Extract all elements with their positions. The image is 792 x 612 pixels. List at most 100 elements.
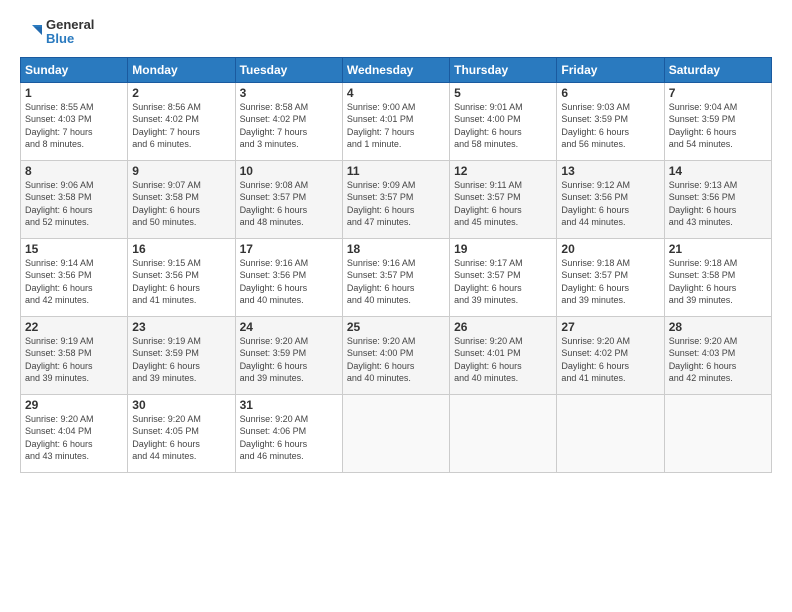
day-info: Sunrise: 9:20 AMSunset: 4:02 PMDaylight:… (561, 335, 659, 385)
weekday-header: Friday (557, 57, 664, 82)
day-number: 24 (240, 320, 338, 334)
calendar-day-cell: 22Sunrise: 9:19 AMSunset: 3:58 PMDayligh… (21, 316, 128, 394)
day-info: Sunrise: 9:01 AMSunset: 4:00 PMDaylight:… (454, 101, 552, 151)
calendar-day-cell: 15Sunrise: 9:14 AMSunset: 3:56 PMDayligh… (21, 238, 128, 316)
weekday-header: Monday (128, 57, 235, 82)
weekday-header: Wednesday (342, 57, 449, 82)
day-info: Sunrise: 9:16 AMSunset: 3:56 PMDaylight:… (240, 257, 338, 307)
calendar-day-cell: 16Sunrise: 9:15 AMSunset: 3:56 PMDayligh… (128, 238, 235, 316)
weekday-header: Sunday (21, 57, 128, 82)
calendar-table: SundayMondayTuesdayWednesdayThursdayFrid… (20, 57, 772, 473)
day-info: Sunrise: 9:19 AMSunset: 3:58 PMDaylight:… (25, 335, 123, 385)
day-info: Sunrise: 9:14 AMSunset: 3:56 PMDaylight:… (25, 257, 123, 307)
day-number: 8 (25, 164, 123, 178)
day-info: Sunrise: 9:09 AMSunset: 3:57 PMDaylight:… (347, 179, 445, 229)
calendar-day-cell: 7Sunrise: 9:04 AMSunset: 3:59 PMDaylight… (664, 82, 771, 160)
calendar-day-cell: 1Sunrise: 8:55 AMSunset: 4:03 PMDaylight… (21, 82, 128, 160)
day-info: Sunrise: 9:07 AMSunset: 3:58 PMDaylight:… (132, 179, 230, 229)
calendar-week-row: 8Sunrise: 9:06 AMSunset: 3:58 PMDaylight… (21, 160, 772, 238)
day-info: Sunrise: 9:20 AMSunset: 4:04 PMDaylight:… (25, 413, 123, 463)
day-info: Sunrise: 9:06 AMSunset: 3:58 PMDaylight:… (25, 179, 123, 229)
calendar-day-cell (557, 394, 664, 472)
day-number: 2 (132, 86, 230, 100)
calendar-day-cell: 23Sunrise: 9:19 AMSunset: 3:59 PMDayligh… (128, 316, 235, 394)
day-info: Sunrise: 9:16 AMSunset: 3:57 PMDaylight:… (347, 257, 445, 307)
day-info: Sunrise: 9:18 AMSunset: 3:58 PMDaylight:… (669, 257, 767, 307)
day-info: Sunrise: 8:55 AMSunset: 4:03 PMDaylight:… (25, 101, 123, 151)
day-info: Sunrise: 9:13 AMSunset: 3:56 PMDaylight:… (669, 179, 767, 229)
calendar-day-cell: 5Sunrise: 9:01 AMSunset: 4:00 PMDaylight… (450, 82, 557, 160)
calendar-day-cell: 24Sunrise: 9:20 AMSunset: 3:59 PMDayligh… (235, 316, 342, 394)
day-info: Sunrise: 9:00 AMSunset: 4:01 PMDaylight:… (347, 101, 445, 151)
calendar-day-cell: 27Sunrise: 9:20 AMSunset: 4:02 PMDayligh… (557, 316, 664, 394)
day-info: Sunrise: 9:18 AMSunset: 3:57 PMDaylight:… (561, 257, 659, 307)
calendar-day-cell: 14Sunrise: 9:13 AMSunset: 3:56 PMDayligh… (664, 160, 771, 238)
day-number: 19 (454, 242, 552, 256)
logo-bird-icon (20, 21, 42, 43)
day-number: 4 (347, 86, 445, 100)
calendar-day-cell (450, 394, 557, 472)
calendar-day-cell: 4Sunrise: 9:00 AMSunset: 4:01 PMDaylight… (342, 82, 449, 160)
day-number: 9 (132, 164, 230, 178)
calendar-header-row: SundayMondayTuesdayWednesdayThursdayFrid… (21, 57, 772, 82)
calendar-day-cell: 12Sunrise: 9:11 AMSunset: 3:57 PMDayligh… (450, 160, 557, 238)
calendar-day-cell: 20Sunrise: 9:18 AMSunset: 3:57 PMDayligh… (557, 238, 664, 316)
calendar-day-cell: 25Sunrise: 9:20 AMSunset: 4:00 PMDayligh… (342, 316, 449, 394)
day-info: Sunrise: 9:19 AMSunset: 3:59 PMDaylight:… (132, 335, 230, 385)
day-info: Sunrise: 9:20 AMSunset: 4:01 PMDaylight:… (454, 335, 552, 385)
day-info: Sunrise: 9:20 AMSunset: 4:06 PMDaylight:… (240, 413, 338, 463)
day-number: 31 (240, 398, 338, 412)
calendar-day-cell: 6Sunrise: 9:03 AMSunset: 3:59 PMDaylight… (557, 82, 664, 160)
day-info: Sunrise: 9:15 AMSunset: 3:56 PMDaylight:… (132, 257, 230, 307)
weekday-header: Saturday (664, 57, 771, 82)
day-info: Sunrise: 9:20 AMSunset: 4:05 PMDaylight:… (132, 413, 230, 463)
day-info: Sunrise: 9:20 AMSunset: 4:00 PMDaylight:… (347, 335, 445, 385)
calendar-week-row: 22Sunrise: 9:19 AMSunset: 3:58 PMDayligh… (21, 316, 772, 394)
calendar-week-row: 1Sunrise: 8:55 AMSunset: 4:03 PMDaylight… (21, 82, 772, 160)
page-header: General Blue (20, 18, 772, 47)
day-number: 1 (25, 86, 123, 100)
calendar-day-cell: 19Sunrise: 9:17 AMSunset: 3:57 PMDayligh… (450, 238, 557, 316)
day-number: 25 (347, 320, 445, 334)
day-info: Sunrise: 9:03 AMSunset: 3:59 PMDaylight:… (561, 101, 659, 151)
calendar-day-cell (342, 394, 449, 472)
day-number: 10 (240, 164, 338, 178)
logo-text-general: General (46, 18, 94, 32)
day-number: 27 (561, 320, 659, 334)
day-info: Sunrise: 9:12 AMSunset: 3:56 PMDaylight:… (561, 179, 659, 229)
day-number: 30 (132, 398, 230, 412)
calendar-day-cell: 13Sunrise: 9:12 AMSunset: 3:56 PMDayligh… (557, 160, 664, 238)
calendar-day-cell: 8Sunrise: 9:06 AMSunset: 3:58 PMDaylight… (21, 160, 128, 238)
day-number: 22 (25, 320, 123, 334)
day-number: 17 (240, 242, 338, 256)
calendar-day-cell: 31Sunrise: 9:20 AMSunset: 4:06 PMDayligh… (235, 394, 342, 472)
day-info: Sunrise: 9:20 AMSunset: 3:59 PMDaylight:… (240, 335, 338, 385)
calendar-day-cell: 11Sunrise: 9:09 AMSunset: 3:57 PMDayligh… (342, 160, 449, 238)
day-number: 16 (132, 242, 230, 256)
calendar-week-row: 15Sunrise: 9:14 AMSunset: 3:56 PMDayligh… (21, 238, 772, 316)
day-number: 14 (669, 164, 767, 178)
day-number: 21 (669, 242, 767, 256)
day-info: Sunrise: 9:08 AMSunset: 3:57 PMDaylight:… (240, 179, 338, 229)
calendar-day-cell: 26Sunrise: 9:20 AMSunset: 4:01 PMDayligh… (450, 316, 557, 394)
calendar-day-cell: 30Sunrise: 9:20 AMSunset: 4:05 PMDayligh… (128, 394, 235, 472)
day-number: 29 (25, 398, 123, 412)
calendar-day-cell: 28Sunrise: 9:20 AMSunset: 4:03 PMDayligh… (664, 316, 771, 394)
day-info: Sunrise: 9:04 AMSunset: 3:59 PMDaylight:… (669, 101, 767, 151)
calendar-day-cell: 17Sunrise: 9:16 AMSunset: 3:56 PMDayligh… (235, 238, 342, 316)
day-info: Sunrise: 9:20 AMSunset: 4:03 PMDaylight:… (669, 335, 767, 385)
logo: General Blue (20, 18, 94, 47)
calendar-day-cell: 10Sunrise: 9:08 AMSunset: 3:57 PMDayligh… (235, 160, 342, 238)
calendar-day-cell: 21Sunrise: 9:18 AMSunset: 3:58 PMDayligh… (664, 238, 771, 316)
day-number: 28 (669, 320, 767, 334)
day-info: Sunrise: 8:56 AMSunset: 4:02 PMDaylight:… (132, 101, 230, 151)
day-number: 18 (347, 242, 445, 256)
day-info: Sunrise: 9:11 AMSunset: 3:57 PMDaylight:… (454, 179, 552, 229)
calendar-week-row: 29Sunrise: 9:20 AMSunset: 4:04 PMDayligh… (21, 394, 772, 472)
calendar-day-cell: 9Sunrise: 9:07 AMSunset: 3:58 PMDaylight… (128, 160, 235, 238)
weekday-header: Tuesday (235, 57, 342, 82)
day-info: Sunrise: 8:58 AMSunset: 4:02 PMDaylight:… (240, 101, 338, 151)
day-number: 15 (25, 242, 123, 256)
day-number: 23 (132, 320, 230, 334)
calendar-day-cell: 3Sunrise: 8:58 AMSunset: 4:02 PMDaylight… (235, 82, 342, 160)
